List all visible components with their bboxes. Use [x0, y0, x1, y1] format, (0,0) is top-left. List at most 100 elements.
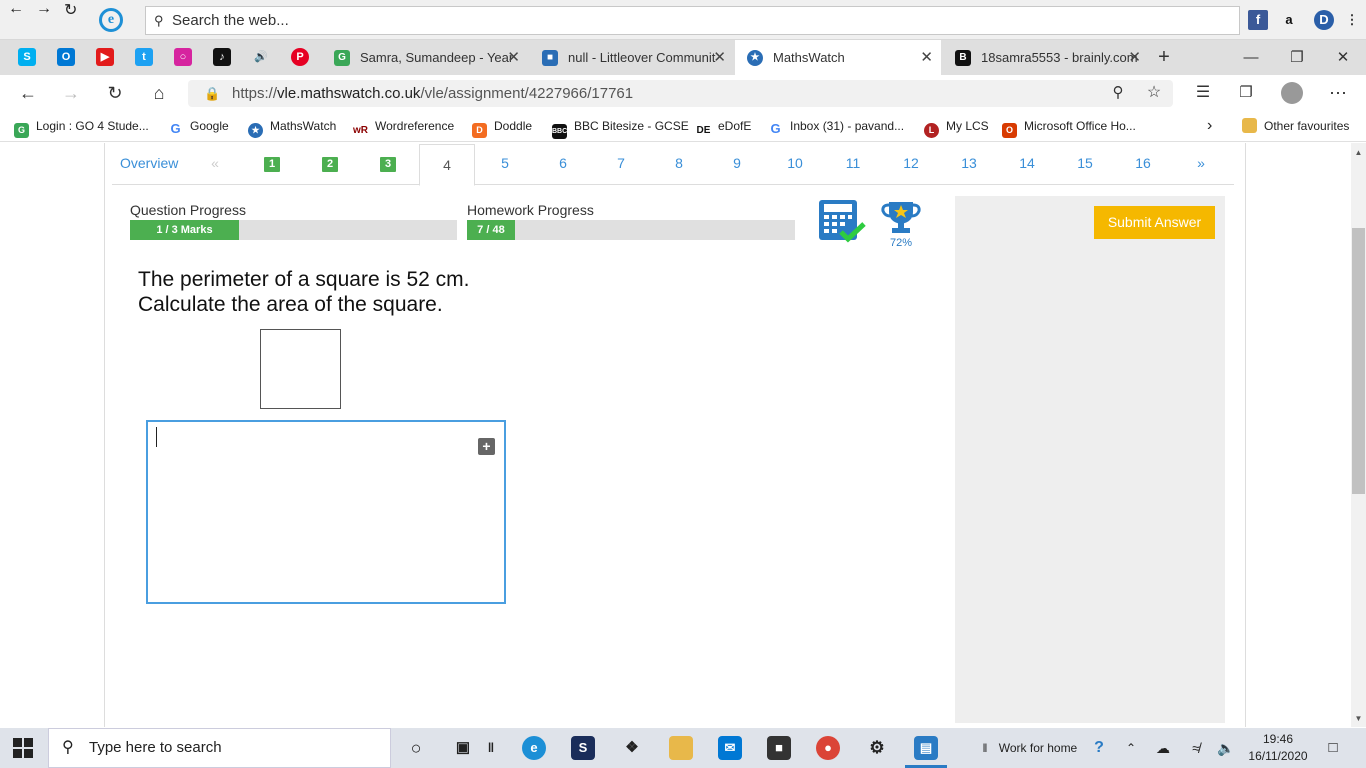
question-2-link[interactable]: 2: [322, 157, 338, 172]
question-7-link[interactable]: 7: [601, 155, 641, 171]
close-window-icon[interactable]: ✕: [1320, 40, 1366, 75]
profile-avatar[interactable]: [1281, 82, 1303, 104]
windows-start-icon[interactable]: [13, 738, 33, 758]
taskbar-search-input[interactable]: ⚲ Type here to search: [48, 728, 391, 768]
youtube-tab-icon[interactable]: ▶: [96, 48, 114, 66]
refresh-icon[interactable]: ↻: [103, 82, 127, 104]
instagram-tab-icon[interactable]: ○: [174, 48, 192, 66]
question-5-link[interactable]: 5: [485, 155, 525, 171]
close-tab-icon[interactable]: ✕: [713, 40, 726, 75]
question-4-current[interactable]: 4: [419, 144, 475, 186]
work-for-home-toolbar[interactable]: Work for home: [996, 728, 1080, 768]
store-taskbar-icon[interactable]: ■: [767, 736, 791, 760]
ie-search-input[interactable]: ⚲ Search the web...: [145, 6, 1240, 35]
close-tab-icon[interactable]: ✕: [507, 40, 520, 75]
help-icon[interactable]: ?: [1088, 728, 1110, 768]
fav-office[interactable]: O Microsoft Office Ho...: [1002, 112, 1136, 140]
edge-taskbar-icon[interactable]: e: [522, 736, 546, 760]
expand-plus-icon[interactable]: +: [478, 438, 495, 455]
ie-forward-icon[interactable]: →: [36, 0, 52, 18]
fav-doddle[interactable]: D Doddle: [472, 112, 532, 140]
tiktok-tab-icon[interactable]: ♪: [213, 48, 231, 66]
question-10-link[interactable]: 10: [775, 155, 815, 171]
fav-wordreference[interactable]: wR Wordreference: [353, 112, 454, 140]
tray-chevron-icon[interactable]: ⌃: [1121, 728, 1141, 768]
tab-brainly[interactable]: B 18samra5553 - brainly.com ✕: [943, 40, 1149, 75]
question-1-link[interactable]: 1: [264, 157, 280, 172]
ie-logo-icon[interactable]: e: [99, 8, 123, 32]
amazon-icon[interactable]: a: [1279, 10, 1299, 30]
new-tab-icon[interactable]: +: [1141, 40, 1187, 75]
minimize-icon[interactable]: —: [1228, 40, 1274, 75]
settings-taskbar-icon[interactable]: ⚙: [865, 736, 889, 760]
question-8-link[interactable]: 8: [659, 155, 699, 171]
fav-go4schools[interactable]: G Login : GO 4 Stude...: [14, 112, 149, 140]
file-explorer-icon[interactable]: [669, 736, 693, 760]
scrollbar-thumb[interactable]: [1352, 228, 1365, 494]
ie-refresh-icon[interactable]: ↻: [64, 0, 77, 20]
prev-question-link[interactable]: «: [195, 155, 235, 171]
twitter-tab-icon[interactable]: t: [135, 48, 153, 66]
fav-edofe[interactable]: DE eDofE: [696, 112, 752, 140]
ie-back-icon[interactable]: ←: [8, 0, 24, 18]
d-extension-icon[interactable]: D: [1314, 10, 1334, 30]
overview-link[interactable]: Overview: [120, 155, 180, 171]
onedrive-icon[interactable]: ☁: [1152, 728, 1174, 768]
fav-inbox[interactable]: G Inbox (31) - pavand...: [768, 112, 904, 140]
calculator-icon[interactable]: [819, 200, 866, 243]
close-tab-icon[interactable]: ✕: [1128, 40, 1141, 75]
fav-bbc[interactable]: BBC BBC Bitesize - GCSE: [552, 112, 689, 140]
outlook-tab-icon[interactable]: O: [57, 48, 75, 66]
volume-icon[interactable]: 🔈: [1215, 728, 1237, 768]
notifications-icon[interactable]: □: [1322, 728, 1344, 768]
favourites-icon[interactable]: ☰: [1191, 82, 1215, 104]
home-icon[interactable]: ⌂: [147, 82, 171, 104]
wifi-icon[interactable]: ≉: [1185, 728, 1207, 768]
calculator-taskbar-icon[interactable]: ▤: [914, 736, 938, 760]
url-field[interactable]: 🔒 https://vle.mathswatch.co.uk/vle/assign…: [188, 80, 1173, 107]
pinterest-tab-icon[interactable]: P: [291, 48, 309, 66]
question-9-link[interactable]: 9: [717, 155, 757, 171]
question-13-link[interactable]: 13: [949, 155, 989, 171]
trophy-icon[interactable]: [881, 200, 921, 234]
zoom-icon[interactable]: ⚲: [1106, 82, 1130, 104]
question-16-link[interactable]: 16: [1123, 155, 1163, 171]
fav-mathswatch[interactable]: ★ MathsWatch: [248, 112, 336, 140]
back-icon[interactable]: ←: [16, 82, 40, 104]
question-3-link[interactable]: 3: [380, 157, 396, 172]
question-14-link[interactable]: 14: [1007, 155, 1047, 171]
fav-google[interactable]: G Google: [168, 112, 228, 140]
dropbox-taskbar-icon[interactable]: ❖: [620, 736, 644, 760]
mail-taskbar-icon[interactable]: ✉: [718, 736, 742, 760]
tab-mathswatch[interactable]: ★ MathsWatch ✕: [735, 40, 941, 75]
tab-littleover[interactable]: ■ null - Littleover Communit ✕: [530, 40, 734, 75]
chrome-taskbar-icon[interactable]: ●: [816, 736, 840, 760]
skype-tab-icon[interactable]: S: [18, 48, 36, 66]
cortana-icon[interactable]: ○: [404, 736, 428, 760]
fav-mylcs[interactable]: L My LCS: [924, 112, 989, 140]
facebook-icon[interactable]: f: [1248, 10, 1268, 30]
submit-answer-button[interactable]: Submit Answer: [1094, 206, 1215, 239]
fav-other-favourites[interactable]: Other favourites: [1242, 112, 1349, 140]
question-15-link[interactable]: 15: [1065, 155, 1105, 171]
restore-icon[interactable]: ❐: [1274, 40, 1320, 75]
scroll-up-icon[interactable]: ▲: [1351, 145, 1366, 160]
question-11-link[interactable]: 11: [833, 155, 873, 171]
question-12-link[interactable]: 12: [891, 155, 931, 171]
favourite-star-icon[interactable]: ☆: [1142, 82, 1166, 104]
tab-samra[interactable]: G Samra, Sumandeep - Year ✕: [322, 40, 528, 75]
close-tab-icon[interactable]: ✕: [920, 40, 933, 75]
taskbar-clock[interactable]: 19:46 16/11/2020: [1248, 731, 1308, 765]
answer-input[interactable]: [146, 420, 506, 604]
menu-dots-icon[interactable]: ⋮: [1342, 10, 1362, 30]
next-question-link[interactable]: »: [1181, 155, 1221, 171]
sway-taskbar-icon[interactable]: S: [571, 736, 595, 760]
favourites-overflow-icon[interactable]: ›: [1207, 112, 1212, 140]
task-view-icon[interactable]: ▣: [451, 736, 475, 760]
audio-playing-icon[interactable]: 🔊: [252, 48, 270, 66]
collections-icon[interactable]: ❐: [1234, 82, 1258, 104]
forward-icon[interactable]: →: [59, 82, 83, 104]
question-6-link[interactable]: 6: [543, 155, 583, 171]
scroll-down-icon[interactable]: ▼: [1351, 711, 1366, 726]
settings-more-icon[interactable]: ⋯: [1326, 82, 1350, 104]
